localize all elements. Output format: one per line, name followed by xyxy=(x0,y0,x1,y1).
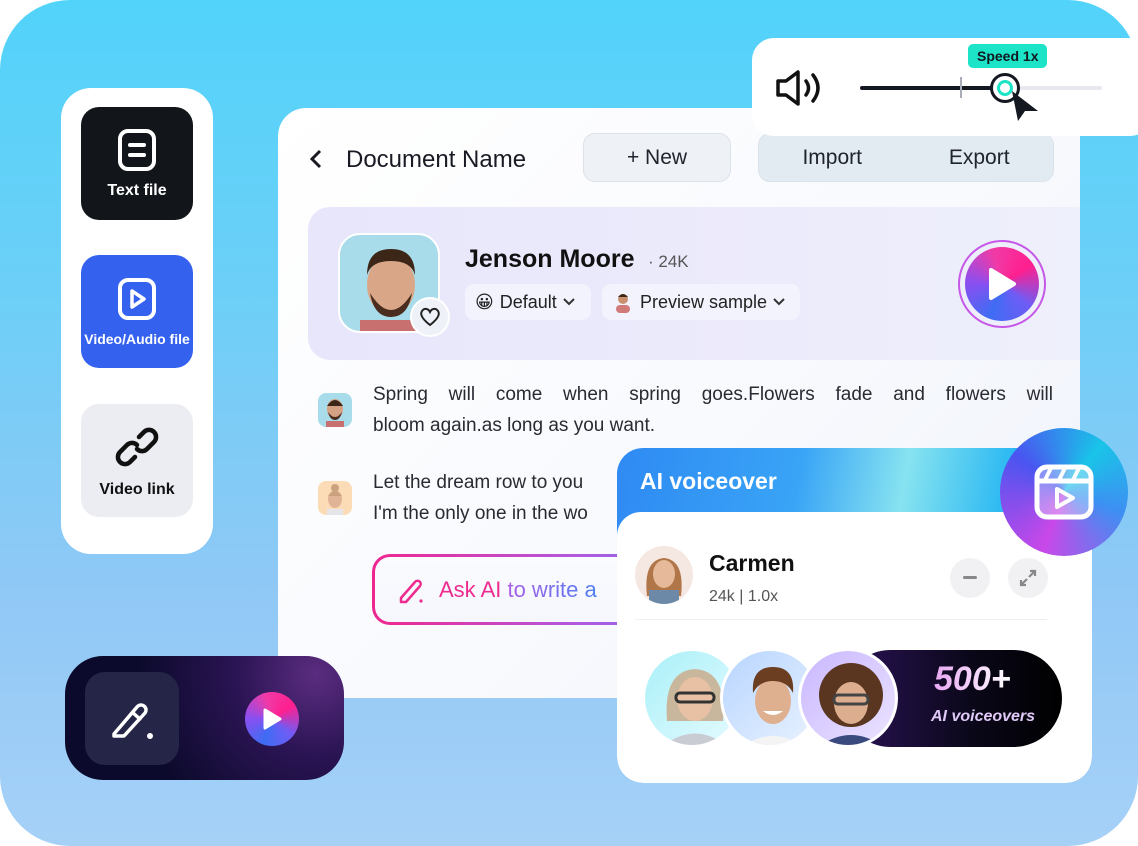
preview-label: Preview sample xyxy=(640,291,768,312)
script-line-1b[interactable]: bloom again.as long as you want. xyxy=(373,410,655,441)
source-label: Video/Audio file xyxy=(84,330,190,347)
pencil-icon xyxy=(112,702,153,739)
emoji-icon: 😀 xyxy=(475,291,494,312)
script-line-1a[interactable]: Spring will come when spring goes.Flower… xyxy=(373,379,1053,410)
favorite-button[interactable] xyxy=(410,297,450,337)
document-title: Document Name xyxy=(346,146,527,173)
minus-icon xyxy=(963,576,977,579)
ask-ai-label: Ask AI xyxy=(439,576,502,602)
link-icon xyxy=(115,427,159,466)
line-avatar-male xyxy=(318,393,352,427)
import-export-group: Import Export xyxy=(758,133,1054,182)
source-video-audio-file[interactable]: Video/Audio file xyxy=(81,255,193,368)
ask-ai-suffix: to write a xyxy=(501,576,597,602)
voice-card: Jenson Moore · 24K 😀 Default Preview sam… xyxy=(308,207,1080,360)
source-video-link[interactable]: Video link xyxy=(81,404,193,517)
chevron-down-icon xyxy=(563,298,575,306)
export-button[interactable]: Export xyxy=(949,146,1010,170)
source-text-file[interactable]: Text file xyxy=(81,107,193,220)
text-file-icon xyxy=(118,128,156,171)
speaker-icon xyxy=(776,70,820,106)
heart-icon xyxy=(420,307,440,327)
play-icon xyxy=(989,268,1016,300)
speed-panel: Speed 1x xyxy=(752,38,1138,136)
script-line-2a[interactable]: Let the dream row to you xyxy=(373,467,583,498)
line-avatar-female xyxy=(318,481,352,515)
source-label: Video link xyxy=(99,480,175,498)
minimize-button[interactable] xyxy=(950,558,990,598)
back-button[interactable] xyxy=(308,148,324,176)
divider xyxy=(635,619,1047,620)
speed-badge: Speed 1x xyxy=(968,44,1048,68)
preview-avatar-icon xyxy=(616,294,630,313)
play-voice-button[interactable] xyxy=(958,240,1046,328)
clapperboard-icon xyxy=(1034,464,1094,520)
voice-avatars-row: 500+ AI voiceovers xyxy=(642,648,1062,748)
play-icon xyxy=(263,708,282,730)
preview-sample-dropdown[interactable]: Preview sample xyxy=(602,284,800,320)
chevron-left-icon xyxy=(309,149,322,169)
speaker-name: Carmen xyxy=(709,550,795,576)
ai-voiceover-body: Carmen 24k | 1.0x 500+ AI voiceovers xyxy=(617,512,1092,783)
play-button[interactable] xyxy=(245,692,299,746)
ai-voiceover-title: AI voiceover xyxy=(640,468,777,494)
promo-count: 500+ xyxy=(934,660,1011,698)
speed-slider-fill xyxy=(860,86,1006,90)
video-clip-badge[interactable] xyxy=(1000,428,1128,556)
import-button[interactable]: Import xyxy=(802,146,862,170)
expand-icon xyxy=(1019,569,1037,587)
style-dropdown[interactable]: 😀 Default xyxy=(465,284,591,320)
edit-button[interactable] xyxy=(85,672,179,765)
quick-action-bar xyxy=(65,656,344,780)
speaker-avatar xyxy=(635,546,693,604)
chevron-down-icon xyxy=(773,298,785,306)
mouse-cursor-icon xyxy=(1012,91,1038,121)
voice-name: Jenson Moore xyxy=(465,245,635,273)
style-label: Default xyxy=(499,291,557,312)
voice-count: · 24K xyxy=(648,252,689,271)
script-line-2b[interactable]: I'm the only one in the wo xyxy=(373,498,588,529)
pencil-icon xyxy=(399,579,423,603)
promo-label: AI voiceovers xyxy=(931,708,1036,725)
video-file-icon xyxy=(118,277,156,320)
expand-button[interactable] xyxy=(1008,558,1048,598)
new-button[interactable]: + New xyxy=(583,133,731,182)
source-label: Text file xyxy=(107,181,167,199)
voice-avatar-3[interactable] xyxy=(798,648,898,748)
source-panel: Text file Video/Audio file Video link xyxy=(61,88,213,554)
speed-default-tick xyxy=(960,77,962,98)
speed-slider-track[interactable] xyxy=(860,86,1102,90)
speaker-meta: 24k | 1.0x xyxy=(709,588,779,605)
